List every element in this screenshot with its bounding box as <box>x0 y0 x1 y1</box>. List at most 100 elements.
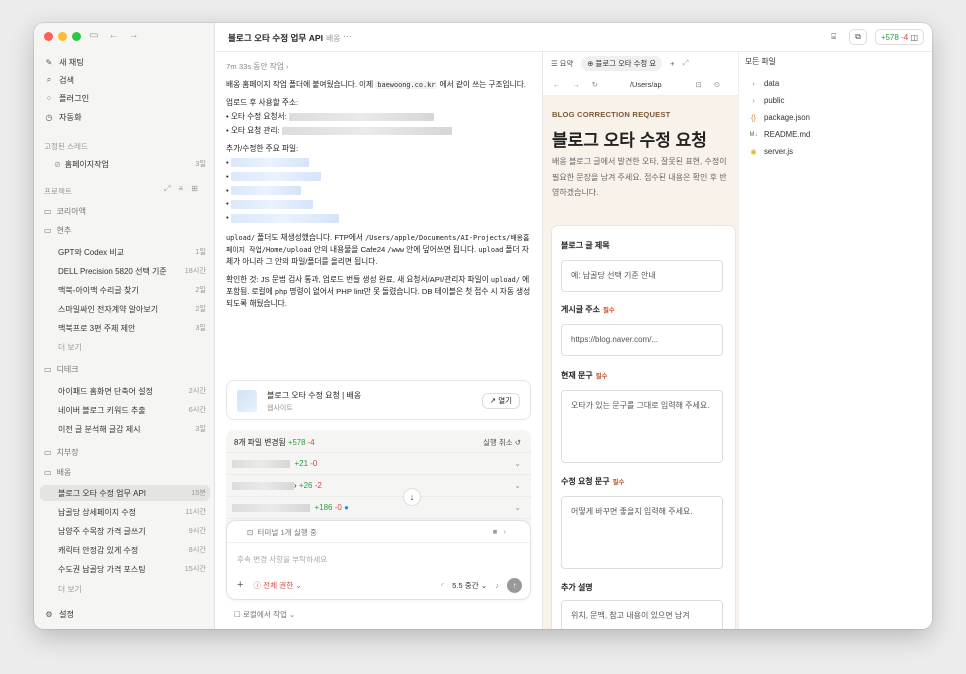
scroll-down-button[interactable]: ↓ <box>403 488 421 506</box>
project-group[interactable]: ▭ 현추 <box>44 225 71 236</box>
forward-arrow-icon[interactable]: → <box>572 80 579 89</box>
thread-item[interactable]: 납골당 상세페이지 수정 11시간 <box>40 504 210 520</box>
tab-summary[interactable]: ☰ 요약 <box>551 58 573 69</box>
chevron-right-icon[interactable]: › <box>504 527 507 536</box>
screenshot-icon[interactable]: ⊡ <box>696 80 702 89</box>
requested-text-textarea[interactable]: 어떻게 바꾸면 좋을지 입력해 주세요. <box>561 496 723 569</box>
unsaved-dot-icon: ● <box>344 503 349 512</box>
message-input[interactable]: 후속 변경 사항을 부탁하세요 <box>237 554 327 565</box>
additional-notes-textarea[interactable]: 위치, 문맥, 참고 내용이 있으면 남겨 <box>561 600 723 629</box>
thread-item[interactable]: 남양주 수목장 가격 글쓰기 9시간 <box>40 523 210 539</box>
diff-removed: -2 <box>314 481 322 490</box>
file-item[interactable]: ◉ server.js <box>749 147 793 156</box>
minimize-window-button[interactable] <box>58 32 67 41</box>
undo-button[interactable]: 실행 취소 ↺ <box>483 437 521 448</box>
thread-item-active[interactable]: 블로그 오타 수정 업무 API 15분 <box>40 485 210 501</box>
maximize-window-button[interactable] <box>72 32 81 41</box>
thread-item[interactable]: 캐릭터 안정감 있게 수정 8시간 <box>40 542 210 558</box>
sidebar-toggle-icon[interactable]: ▭ <box>89 30 98 41</box>
worked-duration[interactable]: 7m 33s 동안 작업 › <box>226 61 531 73</box>
redacted-file-link[interactable] <box>230 199 313 209</box>
project-group[interactable]: ▭ 코리아액 <box>44 206 86 217</box>
post-title-input[interactable]: 예: 납골당 선택 기준 안내 <box>561 260 723 292</box>
nav-search[interactable]: ⌕ 검색 <box>44 73 74 87</box>
url-field[interactable]: /Users/ap <box>630 80 662 89</box>
file-item[interactable]: › public <box>749 96 784 105</box>
terminal-icon[interactable]: ⌸ <box>826 29 841 45</box>
model-dropdown[interactable]: 5.5 중간 ⌄ <box>452 580 487 591</box>
card-subtitle: 웹사이트 <box>267 405 293 412</box>
thread-label: 맥북프로 3편 주제 제안 <box>58 323 136 333</box>
website-preview-card[interactable]: 블로그 오타 수정 요청 | 배옹 웹사이트 ↗ 열기 <box>226 380 531 420</box>
redacted-file-link[interactable] <box>230 213 339 223</box>
permission-dropdown[interactable]: ⓘ 전체 권한 ⌄ <box>253 580 301 591</box>
thread-item[interactable]: GPT와 Codex 비교 1일 <box>40 244 210 260</box>
thread-item[interactable]: DELL Precision 5820 선택 기준 18시간 <box>40 263 210 279</box>
changed-file-row[interactable]: › +26 -2 ⌄ <box>226 474 531 496</box>
redacted-file-link[interactable] <box>230 185 301 195</box>
settings-button[interactable]: ⚙ 설정 <box>44 607 74 621</box>
project-group[interactable]: ▭ 디테크 <box>44 364 79 375</box>
pinned-thread[interactable]: ⊘ 홈페이지작업 3일 <box>40 156 210 172</box>
show-more-link[interactable]: 더 보기 <box>58 342 82 353</box>
redacted-file-link[interactable] <box>230 172 321 182</box>
back-arrow-icon[interactable]: ← <box>553 80 560 89</box>
text: 확인한 것: JS 문법 검사 통과, 업로드 번들 생성 완료, 새 요청서/… <box>226 275 491 285</box>
copy-window-icon[interactable]: ⧉ <box>849 29 867 45</box>
local-work-dropdown[interactable]: ☐ 로컬에서 작업 ⌄ <box>234 609 295 620</box>
diff-removed: -0 <box>334 503 342 512</box>
project-group[interactable]: ▭ 배옹 <box>44 467 71 478</box>
sidebar: ▭ ← → ✎ 새 채팅 ⌕ 검색 ⁘ 플러그인 ◷ 자동화 고정된 스레드 ⊘ 홈페이지… <box>34 23 215 629</box>
send-button[interactable]: ↑ <box>507 577 522 593</box>
stop-icon[interactable]: ■ <box>493 527 498 536</box>
open-button[interactable]: ↗ 열기 <box>481 393 520 409</box>
redacted-link[interactable] <box>281 126 452 135</box>
group-label: 치부장 <box>56 448 79 457</box>
thread-item[interactable]: 맥북-아이맥 수리글 찾기 2일 <box>40 282 210 298</box>
expand-icon[interactable]: ⤢ <box>164 184 170 194</box>
text: 오타 요청 관리: <box>230 125 280 135</box>
panel-toggle-icon: ◫ <box>910 32 918 42</box>
projects-header: 프로젝트 <box>44 187 72 196</box>
thread-item[interactable]: 맥북프로 3편 주제 제안 3일 <box>40 320 210 336</box>
project-group[interactable]: ▭ 치부장 <box>44 447 79 458</box>
microphone-icon[interactable]: ♪ <box>495 581 499 590</box>
thread-item[interactable]: 수도권 납골당 가격 포스팅 15시간 <box>40 561 210 577</box>
thread-item[interactable]: 아이패드 홈화면 단축어 설정 2시간 <box>40 383 210 399</box>
nav-plugins[interactable]: ⁘ 플러그인 <box>44 91 90 105</box>
new-tab-icon[interactable]: + <box>670 59 674 68</box>
settings-icon[interactable]: ⊙ <box>714 80 720 89</box>
inline-code: upload/ <box>490 276 520 285</box>
forward-arrow-icon[interactable]: → <box>128 30 138 41</box>
tab-browser-page[interactable]: ⊕ 블로그 오타 수정 요 <box>581 55 663 71</box>
diff-count: 8개 파일 변경됨 <box>234 438 286 447</box>
file-item[interactable]: {} package.json <box>749 113 810 122</box>
terminal-status-bar[interactable]: ⊡ 터미널 1개 실행 중 <box>227 521 532 543</box>
text: 안의 내용물을 Cafe24 <box>311 245 388 255</box>
back-arrow-icon[interactable]: ← <box>108 30 118 41</box>
pinned-header: 고정된 스레드 <box>44 142 89 151</box>
changed-file-row[interactable]: +186 -0 ● ⌄ <box>226 496 531 518</box>
file-item[interactable]: M↓ README.md <box>749 130 811 139</box>
current-text-textarea[interactable]: 오타가 있는 문구를 그대로 입력해 주세요. <box>561 390 723 463</box>
redacted-link[interactable] <box>288 112 434 121</box>
nav-automation[interactable]: ◷ 자동화 <box>44 110 82 124</box>
changed-file-row[interactable]: +21 -0 ⌄ <box>226 452 531 474</box>
diff-summary-button[interactable]: +578 -4 ◫ <box>874 29 924 45</box>
file-item[interactable]: › data <box>749 79 779 88</box>
redacted-file-link[interactable] <box>230 158 309 168</box>
nav-new-chat[interactable]: ✎ 새 채팅 <box>44 55 84 69</box>
filter-icon[interactable]: ≡ <box>178 184 183 194</box>
thread-item[interactable]: 이전 글 분석해 글감 제시 3일 <box>40 421 210 437</box>
text: 오타 수정 요청서: <box>230 111 287 121</box>
composer-right-controls: ◜ 5.5 중간 ⌄ ♪ ↑ <box>441 577 522 593</box>
expand-icon[interactable]: ⤢ <box>682 58 688 68</box>
add-attachment-icon[interactable]: + <box>237 579 243 591</box>
new-folder-icon[interactable]: ⊞ <box>191 184 198 194</box>
thread-item[interactable]: 스마일싸인 전자계약 알아보기 2일 <box>40 301 210 317</box>
reload-icon[interactable]: ↻ <box>592 80 598 89</box>
close-window-button[interactable] <box>44 32 53 41</box>
thread-item[interactable]: 네이버 블로그 키워드 추출 6시간 <box>40 402 210 418</box>
show-more-link[interactable]: 더 보기 <box>58 584 82 595</box>
post-url-input[interactable]: https://blog.naver.com/... <box>561 324 723 356</box>
